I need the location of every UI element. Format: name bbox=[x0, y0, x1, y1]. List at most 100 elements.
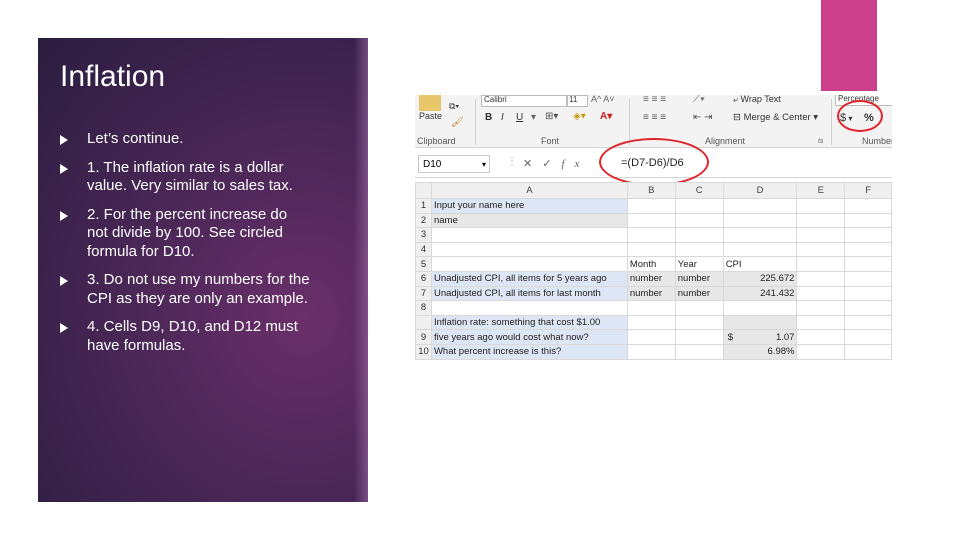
cell-b[interactable] bbox=[626, 300, 676, 316]
cell-b[interactable] bbox=[626, 343, 676, 360]
cell-c[interactable]: number bbox=[674, 285, 724, 302]
cell-e[interactable] bbox=[796, 300, 846, 316]
cell-e[interactable] bbox=[796, 198, 846, 214]
cell-f[interactable] bbox=[844, 270, 892, 287]
paste-button[interactable]: Paste bbox=[419, 111, 442, 121]
merge-center-button[interactable]: ⊟ Merge & Center ▾ bbox=[733, 112, 818, 123]
cell-b[interactable] bbox=[626, 314, 676, 331]
cell-a[interactable]: Unadjusted CPI, all items for 5 years ag… bbox=[430, 270, 628, 287]
row-number[interactable] bbox=[415, 314, 432, 331]
underline-dropdown-icon[interactable]: ▾ bbox=[531, 112, 536, 123]
cell-e[interactable] bbox=[796, 343, 846, 360]
cell-b[interactable]: number bbox=[626, 270, 676, 287]
row-number[interactable]: 1 bbox=[415, 198, 432, 214]
cell-e[interactable] bbox=[796, 256, 846, 272]
cell-c[interactable] bbox=[674, 212, 724, 229]
dialog-launcher-icon[interactable]: ⧅ bbox=[818, 136, 823, 146]
chevron-down-icon[interactable]: ▾ bbox=[482, 156, 486, 174]
cell-c[interactable]: number bbox=[674, 270, 724, 287]
underline-button[interactable]: U bbox=[516, 112, 523, 123]
cell-f[interactable] bbox=[844, 212, 892, 229]
row-number[interactable]: 2 bbox=[415, 212, 432, 229]
row-number[interactable]: 9 bbox=[415, 329, 432, 345]
cell-d[interactable]: 225.672 bbox=[722, 270, 798, 287]
cell-a[interactable]: five years ago would cost what now? bbox=[430, 329, 628, 345]
cell-a[interactable] bbox=[430, 300, 628, 316]
cell-d[interactable]: $1.07 bbox=[722, 329, 798, 345]
enter-icon[interactable]: ✓ bbox=[542, 158, 561, 170]
row-number[interactable]: 5 bbox=[415, 256, 432, 272]
row-number[interactable]: 4 bbox=[415, 241, 432, 258]
cell-d[interactable] bbox=[722, 314, 798, 331]
cell-d[interactable] bbox=[722, 241, 798, 258]
bold-button[interactable]: B bbox=[485, 112, 492, 123]
row-number[interactable]: 7 bbox=[415, 285, 432, 302]
cell-c[interactable]: Year bbox=[674, 256, 724, 272]
cell-e[interactable] bbox=[796, 270, 846, 287]
cell-f[interactable] bbox=[844, 241, 892, 258]
column-header[interactable]: B bbox=[626, 182, 676, 199]
name-box[interactable]: D10 ▾ bbox=[418, 155, 490, 173]
cell-b[interactable] bbox=[626, 212, 676, 229]
cell-f[interactable] bbox=[844, 343, 892, 360]
italic-button[interactable]: I bbox=[501, 112, 504, 123]
font-color-icon[interactable]: A▾ bbox=[600, 111, 612, 122]
cell-b[interactable] bbox=[626, 329, 676, 345]
cell-b[interactable]: Month bbox=[626, 256, 676, 272]
cell-c[interactable] bbox=[674, 329, 724, 345]
row-number[interactable]: 10 bbox=[415, 343, 432, 360]
cell-e[interactable] bbox=[796, 212, 846, 229]
indent-icon[interactable]: ⇤ ⇥ bbox=[693, 112, 713, 123]
cell-f[interactable] bbox=[844, 256, 892, 272]
cell-f[interactable] bbox=[844, 285, 892, 302]
cell-f[interactable] bbox=[844, 300, 892, 316]
font-grow-shrink-icon[interactable]: A^ A˅ bbox=[591, 95, 615, 104]
cell-a[interactable]: Input your name here bbox=[430, 198, 628, 214]
cell-e[interactable] bbox=[796, 314, 846, 331]
cell-a[interactable] bbox=[430, 227, 628, 243]
cell-e[interactable] bbox=[796, 329, 846, 345]
cell-c[interactable] bbox=[674, 314, 724, 331]
cell-a[interactable]: What percent increase is this? bbox=[430, 343, 628, 360]
cancel-icon[interactable]: ✕ bbox=[523, 158, 542, 170]
cell-a[interactable]: Unadjusted CPI, all items for last month bbox=[430, 285, 628, 302]
cell-d[interactable] bbox=[722, 212, 798, 229]
row-number[interactable]: 3 bbox=[415, 227, 432, 243]
cell-a[interactable] bbox=[430, 241, 628, 258]
column-header[interactable]: C bbox=[674, 182, 724, 199]
cell-b[interactable]: number bbox=[626, 285, 676, 302]
cell-c[interactable] bbox=[674, 198, 724, 214]
copy-icon[interactable]: ⧉▾ bbox=[449, 101, 459, 112]
cell-d[interactable]: 241.432 bbox=[722, 285, 798, 302]
cell-e[interactable] bbox=[796, 227, 846, 243]
align-left-icon[interactable]: ≡ ≡ ≡ bbox=[643, 112, 666, 123]
cell-d[interactable]: 6.98% bbox=[722, 343, 798, 360]
clipboard-icon[interactable] bbox=[419, 95, 441, 111]
fill-color-icon[interactable]: ◈▾ bbox=[573, 111, 586, 122]
cell-d[interactable] bbox=[722, 198, 798, 214]
select-all-corner[interactable] bbox=[415, 182, 432, 199]
cell-c[interactable] bbox=[674, 343, 724, 360]
column-header[interactable]: A bbox=[430, 182, 628, 199]
cell-e[interactable] bbox=[796, 241, 846, 258]
column-header[interactable]: E bbox=[796, 182, 846, 199]
format-painter-icon[interactable]: 🖌 bbox=[451, 117, 464, 128]
font-name-select[interactable]: Calibri bbox=[481, 95, 567, 107]
font-size-select[interactable]: 11 bbox=[567, 95, 588, 107]
cell-f[interactable] bbox=[844, 227, 892, 243]
row-number[interactable]: 8 bbox=[415, 300, 432, 316]
column-header[interactable]: F bbox=[844, 182, 892, 199]
row-number[interactable]: 6 bbox=[415, 270, 432, 287]
column-header[interactable]: D bbox=[722, 182, 798, 199]
cell-d[interactable]: CPI bbox=[722, 256, 798, 272]
cell-f[interactable] bbox=[844, 329, 892, 345]
cell-c[interactable] bbox=[674, 227, 724, 243]
wrap-text-button[interactable]: ⤶ Wrap Text bbox=[733, 95, 781, 105]
cell-e[interactable] bbox=[796, 285, 846, 302]
cell-c[interactable] bbox=[674, 241, 724, 258]
cell-f[interactable] bbox=[844, 314, 892, 331]
cell-f[interactable] bbox=[844, 198, 892, 214]
cell-a[interactable] bbox=[430, 256, 628, 272]
cell-a[interactable]: name bbox=[430, 212, 628, 229]
orientation-icon[interactable]: ⟋▾ bbox=[693, 95, 705, 105]
